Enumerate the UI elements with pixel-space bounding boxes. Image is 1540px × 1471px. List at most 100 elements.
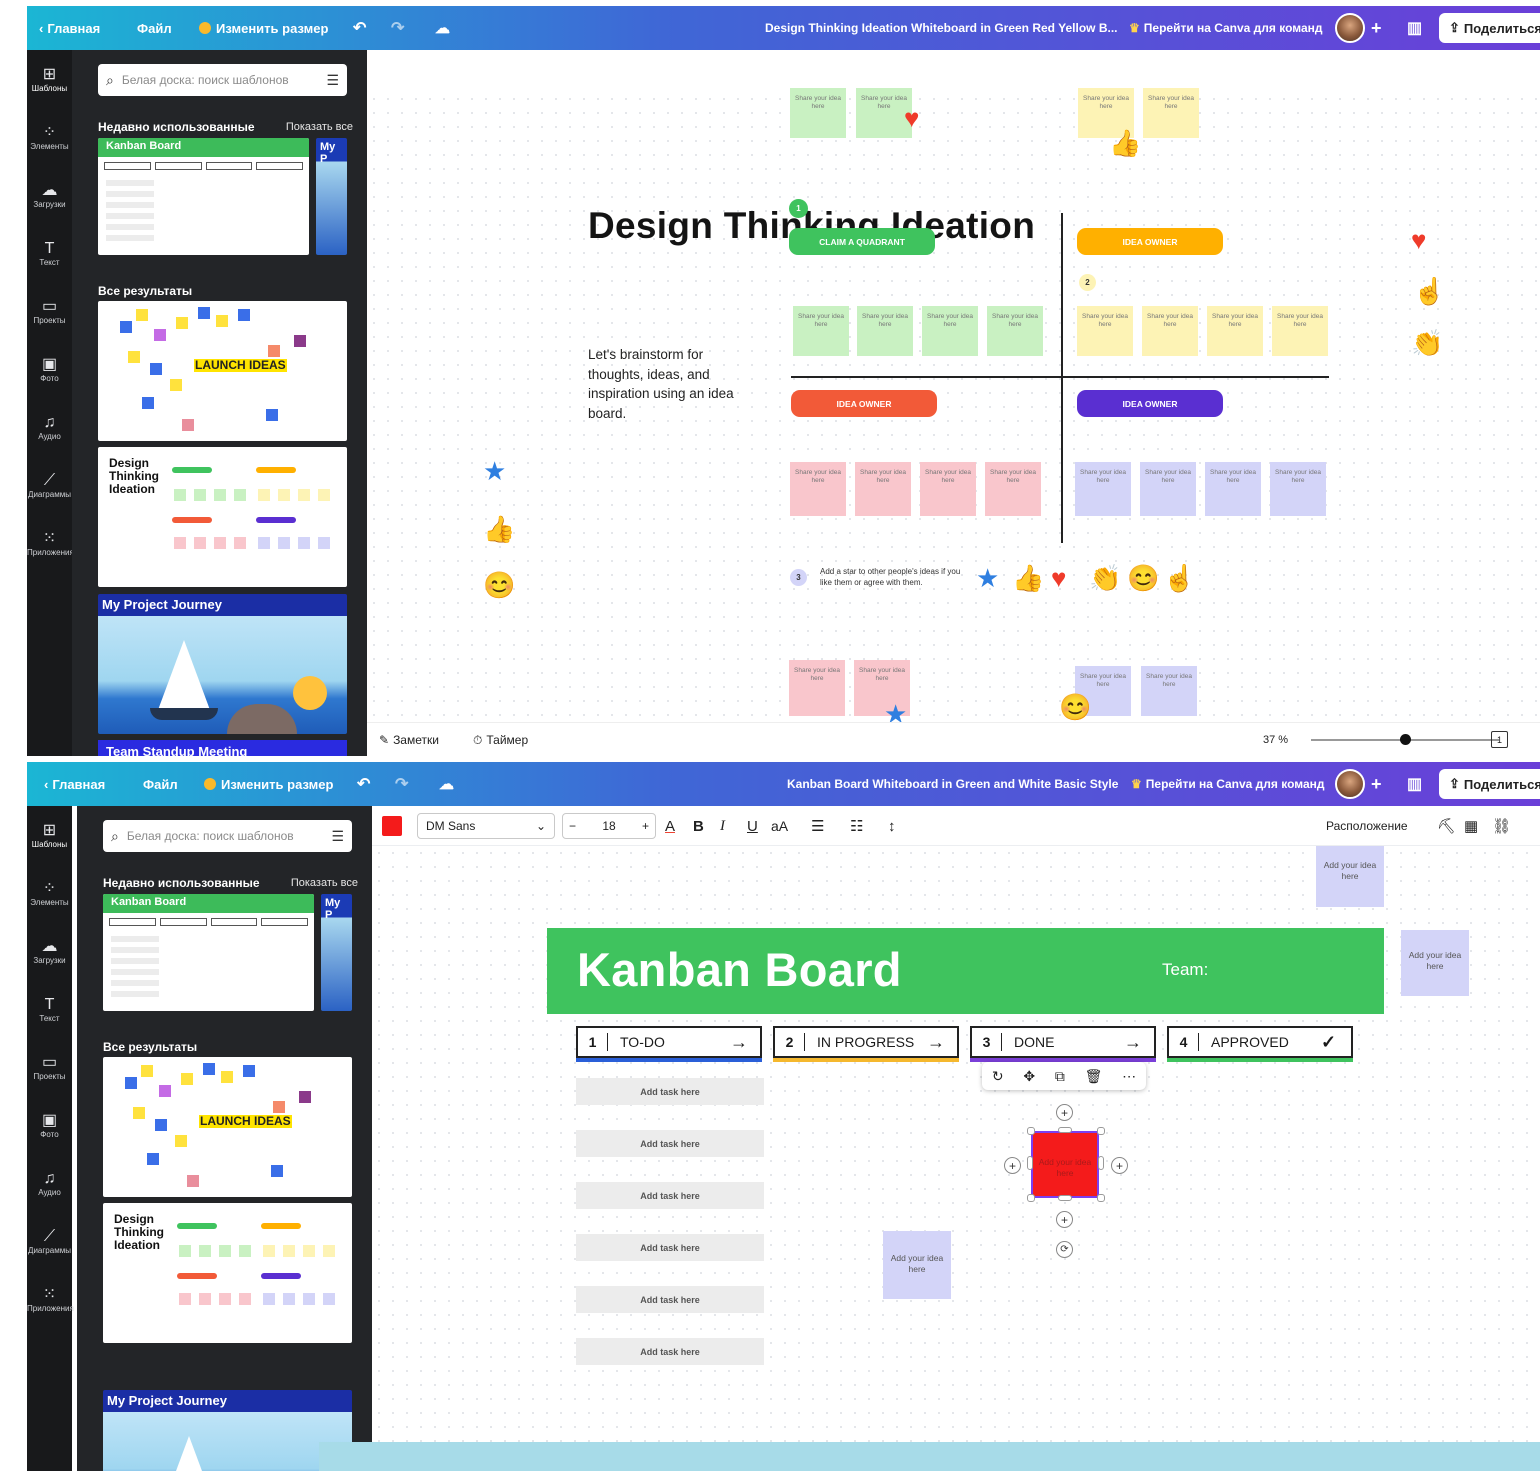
selected-idea-sticky[interactable]: Add your idea here	[1031, 1131, 1099, 1198]
sticky-note[interactable]: Share your idea here	[1143, 88, 1199, 138]
show-all-link[interactable]: Показать все	[286, 121, 353, 133]
add-member-button[interactable]: +	[1371, 762, 1382, 806]
increase-size-button[interactable]: +	[642, 819, 649, 833]
font-size-stepper[interactable]: − 18 +	[562, 813, 656, 839]
idea-owner-red[interactable]: IDEA OWNER	[791, 390, 937, 417]
rail-templates[interactable]: ⊞ Шаблоны	[27, 822, 72, 849]
star-icon[interactable]: ★	[976, 565, 999, 591]
heart-icon[interactable]: ♥	[1411, 227, 1426, 253]
share-button[interactable]: ⇪ Поделиться	[1439, 13, 1540, 43]
sticky-note[interactable]: Share your idea here	[857, 306, 913, 356]
font-family-select[interactable]: DM Sans ⌄	[417, 813, 555, 839]
sticky-note[interactable]: Share your idea here	[789, 660, 845, 716]
resize-handle[interactable]	[1097, 1127, 1105, 1135]
comment-icon[interactable]: ↻	[992, 1068, 1004, 1085]
rail-charts[interactable]: ⟋ Диаграммы	[27, 1228, 72, 1255]
filter-icon[interactable]: ☰	[331, 828, 344, 845]
transparency-icon[interactable]: ▦	[1464, 806, 1478, 846]
analytics-icon[interactable]: ▥	[1407, 762, 1422, 806]
sticky-note[interactable]: Share your idea here	[1075, 462, 1131, 516]
redo-icon[interactable]: ↷	[395, 762, 408, 806]
rail-projects[interactable]: ▭ Проекты	[27, 1054, 72, 1081]
font-size-value[interactable]: 18	[602, 819, 615, 833]
file-menu[interactable]: Файл	[137, 6, 172, 50]
smile-icon[interactable]: 😊	[1127, 565, 1159, 591]
add-connector-left[interactable]: +	[1004, 1157, 1021, 1174]
idea-owner-purple[interactable]: IDEA OWNER	[1077, 390, 1223, 417]
sticky-note[interactable]: Share your idea here	[1207, 306, 1263, 356]
template-design-thinking[interactable]: Design Thinking Ideation	[98, 447, 347, 587]
italic-button[interactable]: I	[720, 806, 725, 846]
duplicate-icon[interactable]: ⧉	[1055, 1068, 1065, 1085]
template-project-journey[interactable]: My Project Journey	[103, 1390, 352, 1471]
column-in-progress[interactable]: 2 IN PROGRESS →	[773, 1026, 959, 1058]
arrange-button[interactable]: Расположение	[1326, 806, 1408, 846]
rail-text[interactable]: T Текст	[27, 996, 72, 1023]
more-icon[interactable]: ⋯	[1122, 1068, 1136, 1085]
whiteboard-canvas[interactable]	[367, 50, 1540, 722]
sticky-note[interactable]: Share your idea here	[793, 306, 849, 356]
rail-apps[interactable]: ⁙ Приложения	[27, 1286, 74, 1313]
search-input[interactable]: Белая доска: поиск шаблонов	[127, 829, 332, 843]
redo-icon[interactable]: ↷	[391, 6, 404, 50]
list-icon[interactable]: ☷	[850, 806, 863, 846]
clap-icon[interactable]: 👏	[1411, 330, 1443, 356]
template-design-thinking[interactable]: Design Thinking Ideation	[103, 1203, 352, 1343]
zoom-slider-handle[interactable]	[1400, 734, 1411, 745]
rail-elements[interactable]: ⁘ Элементы	[27, 124, 72, 151]
zoom-percent[interactable]: 37 %	[1263, 723, 1288, 756]
show-all-link[interactable]: Показать все	[291, 877, 358, 889]
notes-button[interactable]: ✎ Заметки	[379, 723, 439, 756]
star-instructions[interactable]: Add a star to other people's ideas if yo…	[820, 566, 970, 588]
template-launch-ideas[interactable]: LAUNCH IDEAS	[98, 301, 347, 441]
idea-owner-yellow[interactable]: IDEA OWNER	[1077, 228, 1223, 255]
canva-teams-link[interactable]: ♛ Перейти на Canva для команд	[1131, 762, 1325, 806]
claim-quadrant-label[interactable]: CLAIM A QUADRANT	[789, 228, 935, 255]
filter-icon[interactable]: ☰	[326, 72, 339, 89]
undo-icon[interactable]: ↶	[357, 762, 370, 806]
template-search[interactable]: ⌕ Белая доска: поиск шаблонов ☰	[98, 64, 347, 96]
cloud-saved-icon[interactable]: ☁	[435, 6, 450, 50]
text-color-icon[interactable]: A	[665, 806, 675, 846]
rail-projects[interactable]: ▭ Проекты	[27, 298, 72, 325]
sticky-note[interactable]: Share your idea here	[790, 88, 846, 138]
rail-uploads[interactable]: ☁ Загрузки	[27, 938, 72, 965]
decrease-size-button[interactable]: −	[569, 819, 576, 833]
sticky-note[interactable]: Share your idea here	[790, 462, 846, 516]
move-icon[interactable]: ✥	[1023, 1068, 1035, 1085]
cloud-saved-icon[interactable]: ☁	[439, 762, 454, 806]
rail-text[interactable]: T Текст	[27, 240, 72, 267]
analytics-icon[interactable]: ▥	[1407, 6, 1422, 50]
thumbs-up-icon[interactable]: 👍	[1109, 130, 1141, 156]
text-color-swatch[interactable]	[382, 816, 402, 836]
idea-sticky[interactable]: Add your idea here	[883, 1231, 951, 1299]
template-launch-ideas[interactable]: LAUNCH IDEAS	[103, 1057, 352, 1197]
pointing-hand-icon[interactable]: ☝	[1413, 278, 1445, 304]
task-card[interactable]: Add task here	[576, 1130, 764, 1157]
pointing-hand-icon[interactable]: ☝	[1163, 565, 1195, 591]
rail-elements[interactable]: ⁘ Элементы	[27, 880, 72, 907]
paint-format-icon[interactable]: ⛏	[1437, 806, 1456, 846]
thumbs-up-icon[interactable]: 👍	[1012, 565, 1044, 591]
smile-icon[interactable]: 😊	[483, 572, 515, 598]
template-my-project[interactable]: My P	[316, 138, 347, 255]
document-title[interactable]: Design Thinking Ideation Whiteboard in G…	[765, 6, 1117, 50]
rail-audio[interactable]: ♫ Аудио	[27, 414, 72, 441]
idea-sticky[interactable]: Add your idea here	[1401, 930, 1469, 996]
sticky-note[interactable]: Share your idea here	[1077, 306, 1133, 356]
user-avatar[interactable]	[1335, 762, 1365, 806]
search-input[interactable]: Белая доска: поиск шаблонов	[122, 73, 327, 87]
sticky-note[interactable]: Share your idea here	[1205, 462, 1261, 516]
task-card[interactable]: Add task here	[576, 1286, 764, 1313]
rail-audio[interactable]: ♫ Аудио	[27, 1170, 72, 1197]
resize-handle[interactable]	[1027, 1127, 1035, 1135]
home-button[interactable]: ‹ Главная	[44, 762, 105, 806]
heart-icon[interactable]: ♥	[904, 105, 919, 131]
kanban-title[interactable]: Kanban Board	[577, 942, 902, 997]
add-member-button[interactable]: +	[1371, 6, 1382, 50]
resize-handle[interactable]	[1098, 1156, 1104, 1170]
template-my-project[interactable]: My P	[321, 894, 352, 1011]
rail-templates[interactable]: ⊞ Шаблоны	[27, 66, 72, 93]
sticky-note[interactable]: Share your idea here	[987, 306, 1043, 356]
template-team-standup[interactable]: Team Standup Meeting	[98, 740, 347, 756]
